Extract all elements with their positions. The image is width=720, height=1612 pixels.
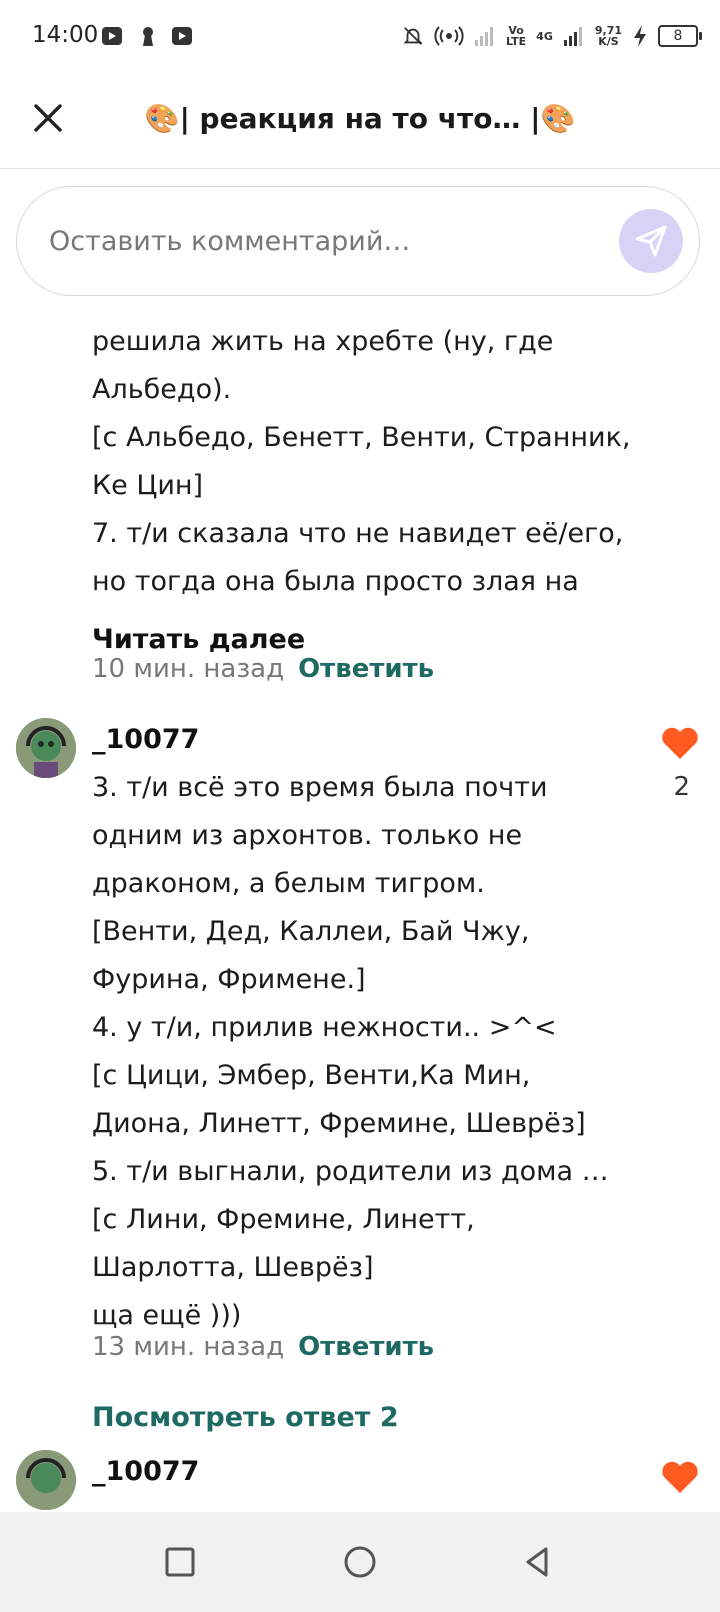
- comment-input[interactable]: [47, 215, 611, 267]
- view-replies-link[interactable]: Посмотреть ответ 2: [92, 1402, 399, 1433]
- status-bar: 14:00 Vo LTE 4G 9,71 K/S 8: [0, 0, 720, 72]
- comment-body: 3. т/и всё это время была почти одним из…: [92, 764, 632, 1340]
- reply-button[interactable]: Ответить: [298, 1332, 434, 1362]
- comment-username[interactable]: _10077: [92, 1456, 199, 1487]
- comment-line: Диона, Линетт, Фремине, Шеврёз]: [92, 1108, 586, 1139]
- net-speed-unit: K/S: [598, 35, 619, 48]
- charging-icon: [634, 25, 646, 47]
- comment-line: 7. т/и сказала что не навидет её/его,: [92, 518, 624, 549]
- palette-emoji-right: 🎨: [540, 102, 576, 135]
- comment-line: Альбедо).: [92, 374, 232, 405]
- reply-button[interactable]: Ответить: [298, 654, 434, 684]
- comment-box: [16, 186, 700, 296]
- avatar[interactable]: [16, 1450, 76, 1510]
- status-right: Vo LTE 4G 9,71 K/S 8: [402, 22, 702, 50]
- comment-line: [с Лини, Фремине, Линетт,: [92, 1204, 475, 1235]
- comment-line: Ке Цин]: [92, 470, 204, 501]
- comment-line: Шарлотта, Шеврёз]: [92, 1252, 374, 1283]
- comment-line: 5. т/и выгнали, родители из дома …: [92, 1156, 609, 1187]
- page-title-text: | реакция на то что… |: [179, 102, 541, 135]
- bell-off-icon: [403, 27, 423, 45]
- avatar-image: [16, 1450, 76, 1510]
- comment-line: драконом, а белым тигром.: [92, 868, 485, 899]
- avatar[interactable]: [16, 718, 76, 778]
- net-gen-label: 4G: [536, 29, 553, 43]
- recents-icon[interactable]: [162, 1544, 198, 1580]
- comment-meta: 10 мин. назад Ответить: [92, 654, 434, 684]
- signal-icon: [474, 27, 493, 46]
- comment-line: но тогда она была просто злая на: [92, 566, 579, 597]
- palette-emoji-left: 🎨: [144, 102, 180, 135]
- send-icon: [635, 225, 667, 257]
- comment-time: 10 мин. назад: [92, 654, 285, 684]
- system-nav-bar: [0, 1512, 720, 1612]
- comment-line: 3. т/и всё это время была почти: [92, 772, 548, 803]
- battery-indicator: 8: [658, 25, 702, 47]
- heart-icon[interactable]: [660, 1460, 700, 1494]
- comment-username[interactable]: _10077: [92, 724, 199, 755]
- comment-line: [с Цици, Эмбер, Венти,Ка Мин,: [92, 1060, 531, 1091]
- comment-line: одним из архонтов. только не: [92, 820, 523, 851]
- hotspot-icon: [434, 26, 464, 46]
- comment-line: [Венти, Дед, Каллеи, Бай Чжу,: [92, 916, 530, 947]
- comment-time: 13 мин. назад: [92, 1332, 285, 1362]
- heart-icon[interactable]: [660, 726, 700, 760]
- play-box-icon: [172, 27, 192, 45]
- back-icon[interactable]: [520, 1544, 556, 1580]
- top-app-bar: 🎨| реакция на то что… |🎨: [0, 72, 720, 169]
- page-title: 🎨| реакция на то что… |🎨: [110, 102, 610, 135]
- keyhole-icon: [143, 27, 153, 46]
- volte-label: Vo LTE: [505, 24, 527, 48]
- home-icon[interactable]: [342, 1544, 378, 1580]
- close-icon[interactable]: [28, 98, 68, 138]
- comments-list: решила жить на хребте (ну, где Альбедо).…: [0, 300, 720, 1512]
- read-more-link[interactable]: Читать далее: [92, 624, 305, 655]
- avatar-image: [16, 718, 76, 778]
- signal-icon-2: [563, 27, 582, 46]
- comment-meta: 13 мин. назад Ответить: [92, 1332, 434, 1362]
- comment-line: [с Альбедо, Бенетт, Венти, Странник,: [92, 422, 631, 453]
- send-button[interactable]: [619, 209, 683, 273]
- comment-body: решила жить на хребте (ну, где Альбедо).…: [92, 318, 632, 606]
- status-time: 14:00: [32, 22, 99, 48]
- net-speed: 9,71 K/S: [595, 25, 622, 47]
- comment-line: Фурина, Фримене.]: [92, 964, 366, 995]
- comment-line: решила жить на хребте (ну, где: [92, 326, 554, 357]
- comment-line: 4. у т/и, прилив нежности.. >^<: [92, 1012, 557, 1043]
- like-count: 2: [673, 772, 690, 802]
- play-box-icon: [102, 27, 122, 45]
